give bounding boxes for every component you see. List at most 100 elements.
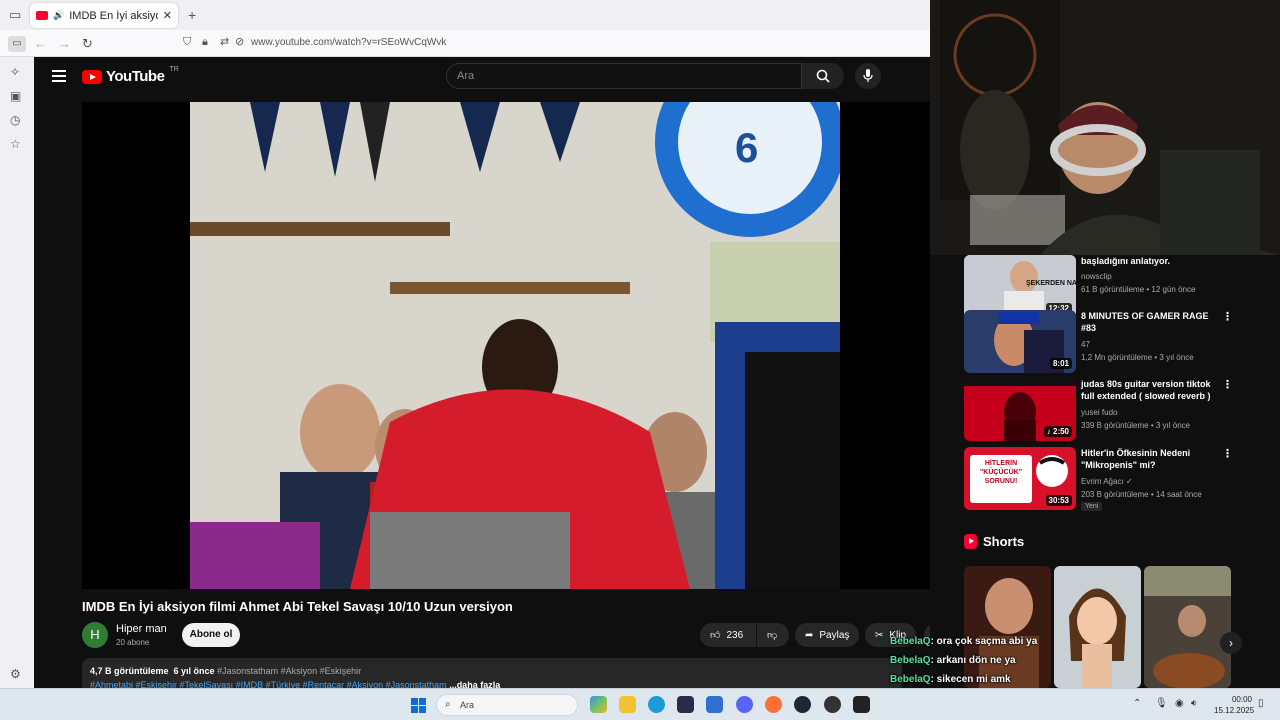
thumbnail-caption: HİTLERİN "KÜÇÜCÜK" SORUNU! xyxy=(979,460,1023,485)
video-meta: 61 B görüntüleme • 12 gün önce xyxy=(1081,285,1196,294)
channel-avatar[interactable]: H xyxy=(82,622,108,648)
video-title: IMDB En İyi aksiyon filmi Ahmet Abi Teke… xyxy=(82,599,513,614)
like-button[interactable]: 👍︎ 236 xyxy=(700,623,756,647)
new-tab-button[interactable]: + xyxy=(188,8,196,22)
view-count: 4,7 B görüntüleme xyxy=(90,666,169,676)
video-player[interactable]: 6 xyxy=(82,102,930,589)
search-button[interactable] xyxy=(802,63,844,89)
reload-icon[interactable]: ↻ xyxy=(82,37,93,50)
video-duration: ♪ 2:50 xyxy=(1043,426,1072,437)
video-thumbnail[interactable]: ŞEKERDEN NASIL ÖL 12:32 xyxy=(964,255,1076,318)
channel-name[interactable]: Hiper man xyxy=(116,623,167,635)
speaker-icon[interactable]: 🔊 xyxy=(53,10,64,21)
widgets-icon[interactable] xyxy=(590,696,607,713)
epic-games-icon[interactable] xyxy=(853,696,870,713)
tab-overview-icon[interactable]: ▭ xyxy=(9,8,21,21)
notifications-icon[interactable]: ▯ xyxy=(1258,698,1264,709)
url-field[interactable]: www.youtube.com/watch?v=rSEoWvCqWvk xyxy=(251,37,446,48)
youtube-wordmark: YouTube xyxy=(106,68,165,85)
recommended-video[interactable]: ♪ 2:50 judas 80s guitar version tiktok f… xyxy=(964,378,1234,441)
upload-age: 6 yıl önce xyxy=(173,666,215,676)
browser-tab[interactable]: 🔊 IMDB En İyi aksiyon filmi A ✕ xyxy=(30,3,178,28)
history-icon[interactable]: ◷ xyxy=(10,113,20,127)
back-icon[interactable]: ← xyxy=(34,37,47,50)
voice-search-button[interactable] xyxy=(855,63,881,89)
obs-icon[interactable] xyxy=(824,696,841,713)
hamburger-menu-icon[interactable] xyxy=(52,70,66,85)
shorts-title: Shorts xyxy=(983,534,1025,549)
sidebar-toggle-icon[interactable]: ▭ xyxy=(8,36,26,52)
video-title[interactable]: başladığını anlatıyor. xyxy=(1081,255,1221,267)
file-explorer-icon[interactable] xyxy=(619,696,636,713)
system-clock[interactable]: 00:00 15.12.2025 xyxy=(1214,694,1255,716)
permissions-icon[interactable]: ⇄ xyxy=(220,37,229,48)
video-frame[interactable]: 6 xyxy=(190,102,840,589)
thumbs-up-icon: 👍︎ xyxy=(710,630,721,641)
volume-icon[interactable]: 🔉︎ xyxy=(1191,698,1197,709)
steam-icon[interactable] xyxy=(794,696,811,713)
recommended-video[interactable]: 8:01 8 MINUTES OF GAMER RAGE #83 ⋮ 47 1,… xyxy=(964,310,1234,373)
ai-sparkle-icon[interactable]: ✧ xyxy=(10,65,20,79)
tray-overflow-chevron-icon[interactable]: ⌃ xyxy=(1133,698,1141,709)
video-description[interactable]: 4,7 B görüntüleme 6 yıl önce #Jasonstath… xyxy=(82,658,902,688)
short-thumbnail[interactable] xyxy=(1144,566,1231,688)
synced-tabs-icon[interactable]: ▣ xyxy=(10,89,21,103)
video-title[interactable]: Hitler'in Öfkesinin Nedeni "Mikropenis" … xyxy=(1081,447,1221,471)
description-hashtags[interactable]: #Ahmetabi #Eskişehir #TekelSavaşı #IMDB … xyxy=(90,680,447,688)
recommended-video[interactable]: HİTLERİN "KÜÇÜCÜK" SORUNU! 30:53 Hitler'… xyxy=(964,447,1234,511)
video-duration: 30:53 xyxy=(1045,495,1072,506)
bookmarks-star-icon[interactable]: ☆ xyxy=(10,137,21,151)
video-thumbnail[interactable]: ♪ 2:50 xyxy=(964,378,1076,441)
thumbs-down-icon: 👎︎ xyxy=(767,630,778,641)
outlook-icon[interactable] xyxy=(706,696,723,713)
tab-close-icon[interactable]: ✕ xyxy=(163,9,172,22)
chat-username: BebelaQ xyxy=(890,674,931,685)
show-more-link[interactable]: ...daha fazla xyxy=(449,680,500,688)
windows-start-icon[interactable] xyxy=(411,698,426,713)
microphone-icon xyxy=(863,69,873,82)
shield-icon[interactable]: ⛉ xyxy=(183,37,191,48)
short-thumbnail[interactable] xyxy=(1054,566,1141,688)
taskbar-search[interactable]: ⌕ Ara xyxy=(436,694,578,716)
store-icon[interactable] xyxy=(677,696,694,713)
video-thumbnail[interactable]: HİTLERİN "KÜÇÜCÜK" SORUNU! 30:53 xyxy=(964,447,1076,510)
kebab-menu-icon[interactable]: ⋮ xyxy=(1222,447,1233,460)
chat-text: : ora çok saçma abi ya xyxy=(930,636,1038,647)
recommended-video[interactable]: ŞEKERDEN NASIL ÖL 12:32 başladığını anla… xyxy=(964,255,1234,318)
video-thumbnail[interactable]: 8:01 xyxy=(964,310,1076,373)
firefox-icon[interactable] xyxy=(765,696,782,713)
video-title[interactable]: judas 80s guitar version tiktok full ext… xyxy=(1081,378,1221,402)
forward-icon[interactable]: → xyxy=(58,37,71,50)
shorts-next-button[interactable]: › xyxy=(1220,632,1242,654)
channel-name[interactable]: nowsclip xyxy=(1081,272,1112,281)
youtube-favicon-icon xyxy=(36,11,48,20)
microphone-tray-icon[interactable]: 🎙︎ xyxy=(1155,698,1168,709)
channel-name[interactable]: Evrim Ağacı ✓ xyxy=(1081,477,1133,486)
channel-name[interactable]: 47 xyxy=(1081,340,1090,349)
edge-browser-icon[interactable] xyxy=(648,696,665,713)
new-badge: Yeni xyxy=(1081,502,1103,511)
stream-chat-overlay: BebelaQ : ora çok saçma abi ya BebelaQ: a… xyxy=(890,632,1037,689)
discord-icon[interactable] xyxy=(736,696,753,713)
video-scene-image: 6 xyxy=(190,102,840,589)
settings-gear-icon[interactable]: ⚙ xyxy=(10,667,21,681)
chat-message: BebelaQ: arkanı dön ne ya xyxy=(890,651,1037,670)
subscriber-count: 20 abone xyxy=(116,638,150,647)
description-hashtags-top[interactable]: #Jasonstatham #Aksiyon #Eskişehir xyxy=(217,666,361,676)
camera-off-icon[interactable]: ⊘ xyxy=(235,37,244,48)
wifi-icon[interactable]: ◉ xyxy=(1175,698,1184,709)
youtube-logo[interactable]: YouTube TR xyxy=(82,66,179,85)
search-input[interactable]: Ara xyxy=(446,63,802,89)
streamer-webcam-overlay xyxy=(930,0,1280,255)
clock-date: 15.12.2025 xyxy=(1214,706,1255,715)
video-title[interactable]: 8 MINUTES OF GAMER RAGE #83 xyxy=(1081,310,1221,334)
share-button[interactable]: ➦ Paylaş xyxy=(795,623,860,647)
lock-icon[interactable]: 🔒︎ xyxy=(202,37,208,48)
kebab-menu-icon[interactable]: ⋮ xyxy=(1222,310,1233,323)
kebab-menu-icon[interactable]: ⋮ xyxy=(1222,378,1233,391)
video-duration: 8:01 xyxy=(1049,358,1072,369)
channel-name[interactable]: yusei fudo xyxy=(1081,408,1117,417)
subscribe-button[interactable]: Abone ol xyxy=(182,623,240,647)
video-meta: 339 B görüntüleme • 3 yıl önce xyxy=(1081,421,1191,430)
dislike-button[interactable]: 👎︎ xyxy=(757,623,789,647)
